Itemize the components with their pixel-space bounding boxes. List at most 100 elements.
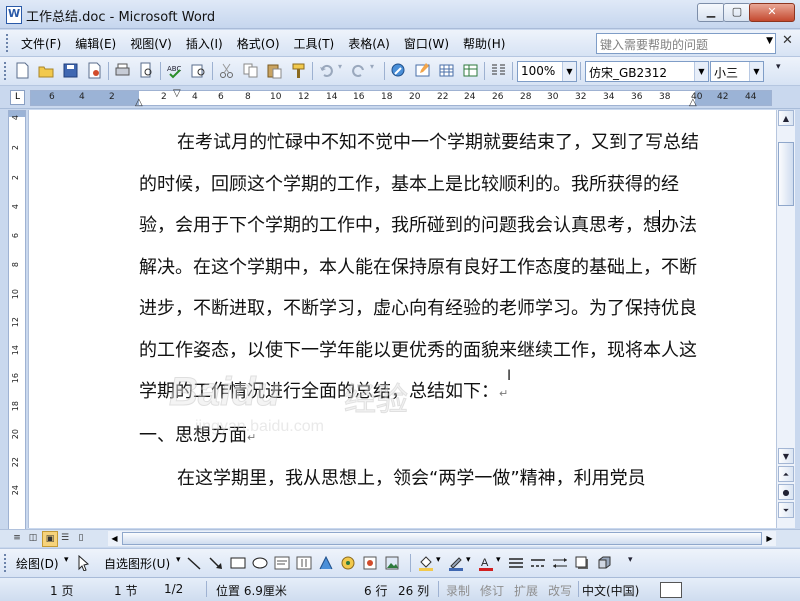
chevron-down-icon[interactable]: ▾ [466, 555, 471, 565]
vertical-text-box-icon[interactable] [296, 555, 312, 571]
autoshapes-menu-button[interactable]: 自选图形(U) [104, 555, 170, 572]
redo-icon[interactable] [350, 62, 367, 79]
document-close-button[interactable]: ✕ [782, 33, 793, 48]
horizontal-scrollbar[interactable]: ◀ ▶ [108, 531, 776, 546]
undo-icon[interactable] [318, 62, 335, 79]
menu-file[interactable]: 文件(F) [14, 34, 68, 53]
previous-page-icon[interactable]: ⏶ [778, 466, 794, 482]
clip-art-icon[interactable] [362, 555, 378, 571]
font-color-icon[interactable]: A [478, 555, 494, 571]
maximize-button[interactable]: ▢ [723, 3, 751, 22]
status-overtype[interactable]: 改写 [548, 582, 572, 599]
undo-dropdown-icon[interactable]: ▾ [338, 62, 346, 79]
drawing-toolbar-grip[interactable] [4, 554, 9, 572]
status-language[interactable]: 中文(中国) [582, 582, 639, 599]
status-record[interactable]: 录制 [446, 582, 470, 599]
paragraph[interactable]: 在这学期里，我从思想上，领会“两学一做”精神，利用党员 [139, 458, 699, 500]
menu-table[interactable]: 表格(A) [341, 34, 397, 53]
insert-picture-icon[interactable] [384, 555, 400, 571]
save-icon[interactable] [62, 62, 79, 79]
outline-view-icon[interactable]: ☰ [58, 531, 72, 545]
toolbar-grip[interactable] [4, 62, 9, 80]
menu-window[interactable]: 窗口(W) [397, 34, 456, 53]
scroll-right-icon[interactable]: ▶ [763, 531, 776, 546]
format-painter-icon[interactable] [290, 62, 307, 79]
toolbar-options-icon[interactable]: ▾ [776, 62, 793, 79]
arrow-icon[interactable] [208, 555, 224, 571]
vertical-ruler[interactable]: 4 2 2 4 6 8 10 12 14 16 18 20 22 24 [8, 110, 26, 530]
line-color-icon[interactable] [448, 555, 464, 571]
diagram-icon[interactable] [340, 555, 356, 571]
word-app-icon[interactable] [6, 6, 22, 24]
menu-edit[interactable]: 编辑(E) [68, 34, 123, 53]
toolbar-options-icon[interactable]: ▾ [628, 555, 644, 571]
status-extend[interactable]: 扩展 [514, 582, 538, 599]
arrow-style-icon[interactable] [552, 555, 568, 571]
help-search-input[interactable]: 键入需要帮助的问题 ▼ [596, 33, 776, 54]
line-style-icon[interactable] [508, 555, 524, 571]
status-track-changes[interactable]: 修订 [480, 582, 504, 599]
rectangle-icon[interactable] [230, 555, 246, 571]
menu-insert[interactable]: 插入(I) [179, 34, 230, 53]
permission-icon[interactable] [86, 62, 103, 79]
vertical-scroll-thumb[interactable] [778, 142, 794, 206]
select-objects-icon[interactable] [76, 554, 92, 572]
chevron-down-icon[interactable]: ▼ [562, 62, 576, 81]
paste-icon[interactable] [266, 62, 283, 79]
fill-color-icon[interactable] [418, 555, 434, 571]
font-name-select[interactable]: 仿宋_GB2312 ▼ [585, 61, 709, 82]
tables-borders-icon[interactable] [414, 62, 431, 79]
zoom-select[interactable]: 100% ▼ [517, 61, 577, 82]
research-icon[interactable] [190, 62, 207, 79]
select-browse-object-icon[interactable]: ● [778, 484, 794, 500]
print-preview-icon[interactable] [138, 62, 155, 79]
scroll-down-icon[interactable]: ▼ [778, 448, 794, 464]
page-layout-view-icon[interactable]: ▣ [42, 531, 58, 547]
vertical-scrollbar[interactable]: ▲ ▼ ⏶ ● ⏷ [776, 110, 795, 528]
reading-view-icon[interactable]: ▯ [74, 531, 88, 545]
insert-excel-icon[interactable] [462, 62, 479, 79]
dash-style-icon[interactable] [530, 555, 546, 571]
scroll-left-icon[interactable]: ◀ [108, 531, 121, 546]
chevron-down-icon[interactable]: ▾ [64, 555, 69, 565]
document-page[interactable]: 在考试月的忙碌中不知不觉中一个学期就要结束了，又到了写总结的时候，回顾这个学期的… [28, 110, 777, 528]
horizontal-scroll-thumb[interactable] [122, 532, 762, 545]
web-view-icon[interactable]: ◫ [26, 531, 40, 545]
font-size-select[interactable]: 小三 ▼ [710, 61, 764, 82]
normal-view-icon[interactable]: ≡ [10, 531, 24, 545]
print-icon[interactable] [114, 62, 131, 79]
wordart-icon[interactable] [318, 555, 334, 571]
chevron-down-icon[interactable]: ▼ [766, 36, 773, 46]
chevron-down-icon[interactable]: ▼ [694, 62, 708, 81]
shadow-style-icon[interactable] [574, 555, 590, 571]
spelling-icon[interactable]: ABC [166, 62, 183, 79]
spelling-status-icon[interactable] [660, 582, 682, 598]
first-line-indent-marker-icon[interactable]: ▽ [173, 88, 181, 99]
right-indent-marker-icon[interactable]: △ [689, 97, 697, 108]
chevron-down-icon[interactable]: ▾ [176, 555, 181, 565]
new-document-icon[interactable] [14, 62, 31, 79]
oval-icon[interactable] [252, 555, 268, 571]
copy-icon[interactable] [242, 62, 259, 79]
horizontal-ruler[interactable]: 6 4 2 2 4 6 8 10 12 14 16 18 20 22 24 26… [30, 88, 772, 108]
next-page-icon[interactable]: ⏷ [778, 502, 794, 518]
left-indent-marker-icon[interactable]: △ [135, 97, 143, 108]
text-box-icon[interactable] [274, 555, 290, 571]
menu-format[interactable]: 格式(O) [230, 34, 287, 53]
chevron-down-icon[interactable]: ▾ [496, 555, 501, 565]
menu-grip[interactable] [6, 34, 11, 52]
menu-tools[interactable]: 工具(T) [287, 34, 342, 53]
scroll-up-icon[interactable]: ▲ [778, 110, 794, 126]
3d-style-icon[interactable] [596, 555, 612, 571]
chevron-down-icon[interactable]: ▼ [749, 62, 763, 81]
columns-icon[interactable] [490, 62, 507, 79]
cut-icon[interactable] [218, 62, 235, 79]
open-folder-icon[interactable] [38, 62, 55, 79]
minimize-button[interactable]: ▁ [697, 3, 725, 22]
redo-dropdown-icon[interactable]: ▾ [370, 62, 378, 79]
menu-view[interactable]: 视图(V) [123, 34, 179, 53]
draw-menu-button[interactable]: 绘图(D) [16, 555, 59, 572]
close-button[interactable]: ✕ [749, 3, 795, 22]
hyperlink-icon[interactable] [390, 62, 407, 79]
menu-help[interactable]: 帮助(H) [456, 34, 512, 53]
